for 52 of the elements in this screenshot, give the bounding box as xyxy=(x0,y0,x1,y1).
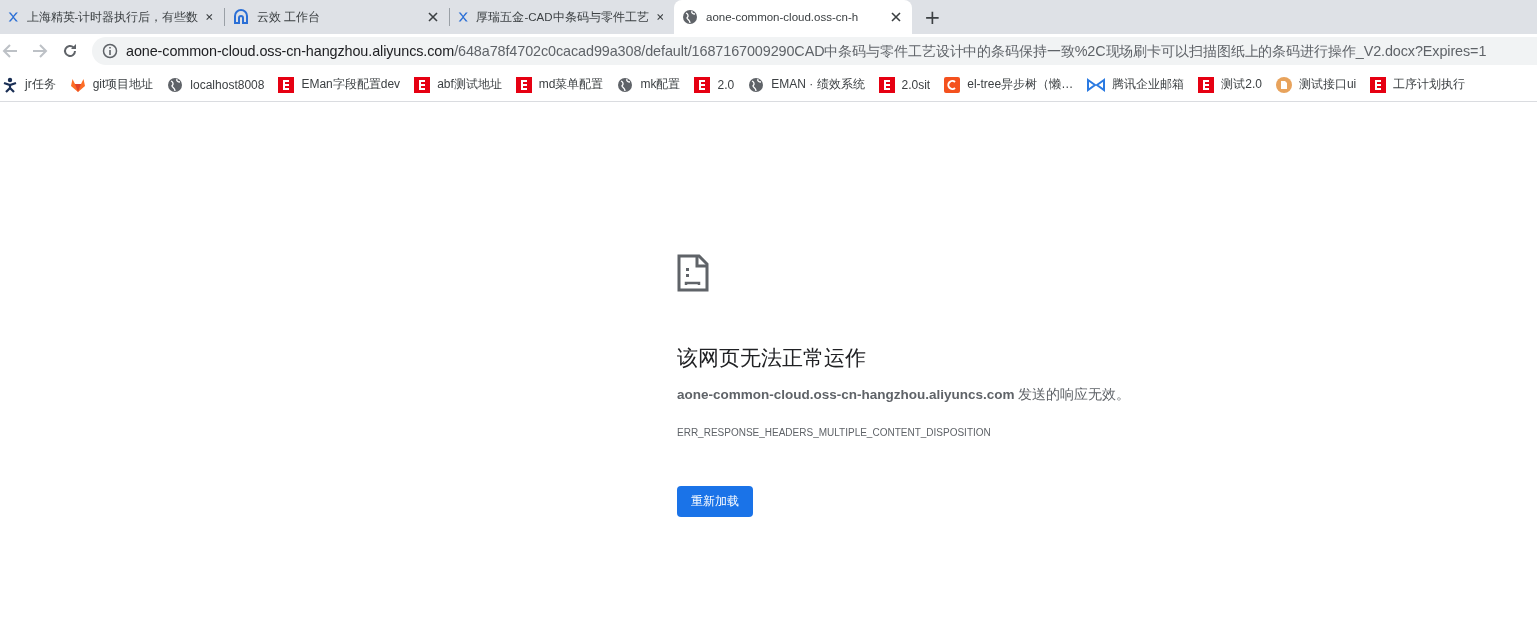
e-logo-icon xyxy=(1370,76,1387,93)
close-icon[interactable] xyxy=(428,12,438,22)
fox-logo-icon xyxy=(69,76,86,93)
bookmark-link[interactable]: 测试接口ui xyxy=(1298,76,1357,93)
e-logo-icon xyxy=(694,76,711,93)
globe-icon xyxy=(617,76,634,93)
browser-tab[interactable]: 上海精英-计时器执行后，有些数 xyxy=(0,0,224,34)
url-text: aone-common-cloud.oss-cn-hangzhou.aliyuncs.com/648a78f4702c0cacad99a308/default/1687167009290CAD中条码与零件工艺设计中的条码保持一致%2C现场刷卡可以扫描图纸上的条码进行操作_V2.docx?Expires=1 xyxy=(126,41,1487,61)
document-icon xyxy=(1275,76,1292,93)
x-logo-icon xyxy=(8,9,19,25)
bookmark-link[interactable]: 工序计划执行 xyxy=(1393,76,1466,93)
e-logo-icon xyxy=(515,76,532,93)
bookmark-link[interactable]: md菜单配置 xyxy=(538,76,604,93)
address-bar[interactable]: aone-common-cloud.oss-cn-hangzhou.aliyuncs.com/648a78f4702c0cacad99a308/default/1687167009290CAD中条码与零件工艺设计中的条码保持一致%2C现场刷卡可以扫描图纸上的条码进行操作_V2.docx?Expires=1 xyxy=(92,37,1537,65)
new-tab-button[interactable]: + xyxy=(924,7,941,27)
reload-icon[interactable] xyxy=(62,43,78,59)
e-logo-icon xyxy=(1198,76,1215,93)
bookmark-link[interactable]: EMAN · 绩效系统 xyxy=(771,76,865,93)
bookmark-link[interactable]: 2.0 xyxy=(717,77,735,92)
bookmark-link[interactable]: EMan字段配置dev xyxy=(301,76,401,93)
globe-icon xyxy=(682,9,698,25)
bowtie-logo-icon xyxy=(1087,76,1106,93)
bookmark-link[interactable]: 2.0sit xyxy=(901,77,931,92)
c-logo-icon xyxy=(944,76,961,93)
reload-button[interactable]: 重新加载 xyxy=(677,486,753,517)
info-icon[interactable] xyxy=(102,43,118,59)
bookmark-link[interactable]: mk配置 xyxy=(640,76,681,93)
globe-icon xyxy=(167,76,184,93)
sad-page-icon xyxy=(677,254,709,292)
e-logo-icon xyxy=(278,76,295,93)
close-icon[interactable] xyxy=(656,12,663,22)
bookmark-link[interactable]: 测试2.0 xyxy=(1221,76,1262,93)
error-heading: 该网页无法正常运作 xyxy=(677,345,866,371)
e-logo-icon xyxy=(878,76,895,93)
bookmark-link[interactable]: git项目地址 xyxy=(92,76,154,93)
arch-logo-icon xyxy=(233,9,249,25)
bookmark-link[interactable]: jr任务 xyxy=(25,76,56,93)
error-description: aone-common-cloud.oss-cn-hangzhou.aliyuncs.com 发送的响应无效。 xyxy=(677,386,1132,404)
bookmark-link[interactable]: el-tree异步树（懒… xyxy=(967,76,1074,93)
bookmark-link[interactable]: abf测试地址 xyxy=(437,76,502,93)
browser-tab[interactable]: 云效 工作台 xyxy=(225,0,449,34)
bookmark-link[interactable]: 腾讯企业邮箱 xyxy=(1112,76,1185,93)
close-icon[interactable] xyxy=(891,12,901,22)
bookmark-link[interactable]: localhost8008 xyxy=(190,77,265,92)
error-code: ERR_RESPONSE_HEADERS_MULTIPLE_CONTENT_DISPOSITION xyxy=(677,427,991,438)
globe-icon xyxy=(748,76,765,93)
x-logo-icon xyxy=(458,9,469,25)
close-icon[interactable] xyxy=(206,12,213,22)
browser-tab[interactable]: 厚瑞五金-CAD中条码与零件工艺 xyxy=(450,0,674,34)
browser-tab[interactable]: aone-common-cloud.oss-cn-h xyxy=(674,0,912,34)
figure-icon xyxy=(2,76,18,93)
e-logo-icon xyxy=(414,76,431,93)
